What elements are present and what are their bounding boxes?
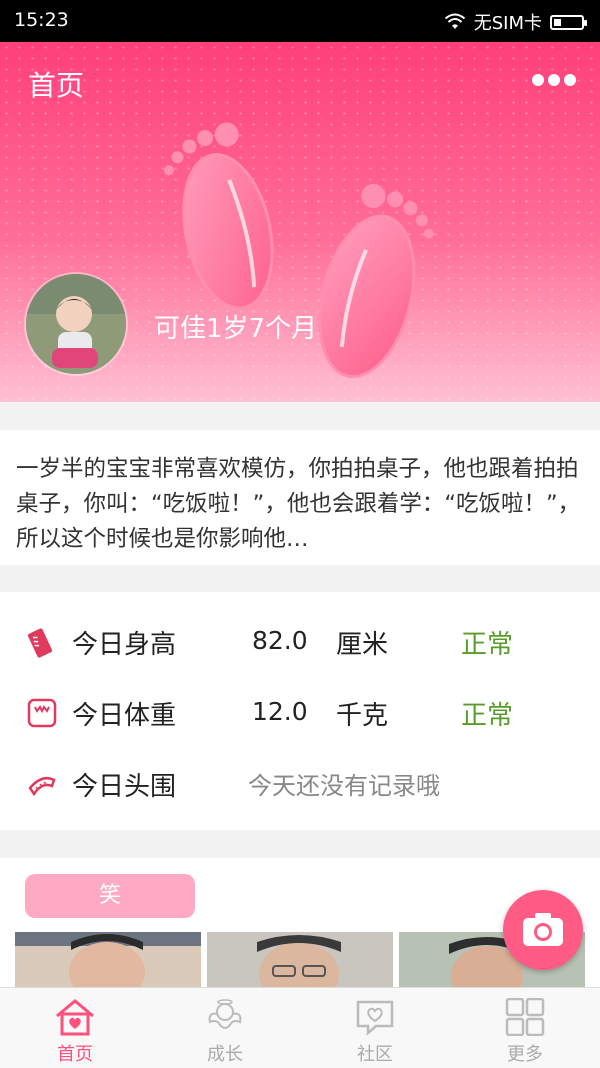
weight-status: 正常 <box>461 701 514 731</box>
head-label: 今日头围 <box>72 772 177 802</box>
wifi-icon <box>444 13 465 29</box>
baby-avatar[interactable] <box>26 274 126 374</box>
home-icon <box>56 999 94 1036</box>
tab-community[interactable]: 社区 <box>300 988 450 1068</box>
height-status: 正常 <box>461 630 514 660</box>
height-unit: 厘米 <box>336 630 389 660</box>
status-bar: 15:23 无SIM卡 <box>0 0 600 42</box>
tab-growth-label: 成长 <box>207 1044 243 1065</box>
height-label: 今日身高 <box>72 630 177 660</box>
tab-more[interactable]: 更多 <box>450 988 600 1068</box>
grid-icon <box>505 998 545 1036</box>
weight-unit: 千克 <box>336 701 389 731</box>
carrier-text: 无SIM卡 <box>473 13 542 34</box>
tab-more-label: 更多 <box>507 1044 543 1065</box>
album-photo[interactable] <box>207 932 393 988</box>
scale-icon <box>27 698 57 728</box>
mood-tag-pill[interactable]: 笑 <box>25 874 195 918</box>
weight-label: 今日体重 <box>72 701 177 731</box>
page-title: 首页 <box>28 69 85 102</box>
height-row[interactable]: 今日身高 82.0 厘米 正常 <box>0 610 600 670</box>
measurements-card: 今日身高 82.0 厘米 正常 今日体重 12.0 千克 正常 今日头围 今天还… <box>0 592 600 830</box>
head-circumference-row[interactable]: 今日头围 今天还没有记录哦 <box>0 752 600 812</box>
head-empty-text: 今天还没有记录哦 <box>248 772 440 800</box>
camera-icon <box>523 913 563 946</box>
header-banner: 首页 可佳1岁7个月 <box>0 42 600 402</box>
tab-home[interactable]: 首页 <box>0 988 150 1068</box>
parenting-tip-card[interactable]: 一岁半的宝宝非常喜欢模仿，你拍拍桌子，他也跟着拍拍桌子，你叫：“吃饭啦！”，他也… <box>0 430 600 565</box>
bottom-tab-bar: 首页 成长 社区 更多 <box>0 987 600 1068</box>
ruler-icon <box>27 628 53 658</box>
more-options-icon[interactable] <box>532 74 576 86</box>
camera-button[interactable] <box>503 890 583 970</box>
height-value: 82.0 <box>252 626 308 655</box>
weight-row[interactable]: 今日体重 12.0 千克 正常 <box>0 681 600 741</box>
tab-community-label: 社区 <box>357 1044 393 1065</box>
status-right: 无SIM卡 <box>444 9 587 35</box>
heart-chat-icon <box>356 1000 394 1036</box>
album-photo[interactable] <box>15 932 201 988</box>
tape-measure-icon <box>28 777 56 797</box>
weight-value: 12.0 <box>252 697 308 726</box>
baby-name-age: 可佳1岁7个月 <box>154 314 318 344</box>
battery-icon <box>550 14 587 30</box>
tab-growth[interactable]: 成长 <box>150 988 300 1068</box>
tip-text: 一岁半的宝宝非常喜欢模仿，你拍拍桌子，他也跟着拍拍桌子，你叫：“吃饭啦！”，他也… <box>16 456 581 552</box>
tab-home-label: 首页 <box>57 1044 93 1065</box>
status-time: 15:23 <box>14 9 69 31</box>
angel-icon <box>208 999 242 1029</box>
